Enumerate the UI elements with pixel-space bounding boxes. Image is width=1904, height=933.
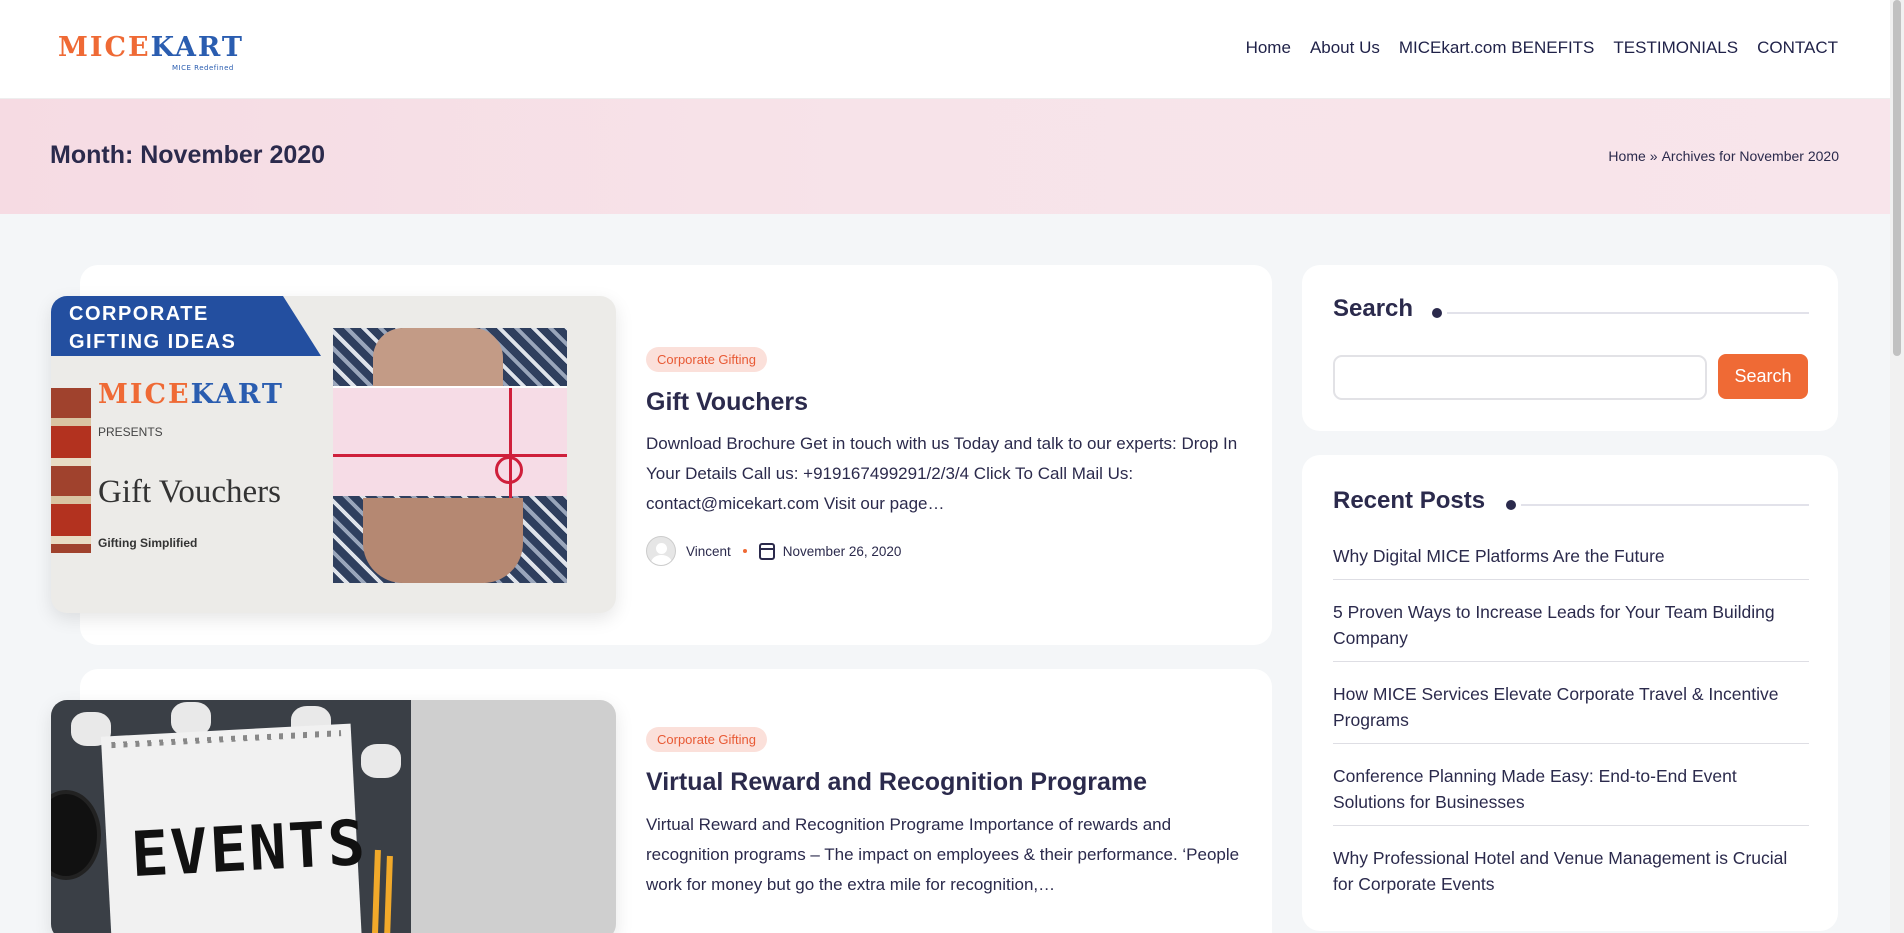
nav-home[interactable]: Home bbox=[1246, 38, 1291, 58]
list-divider bbox=[1333, 661, 1809, 662]
search-widget: Search Search bbox=[1302, 265, 1838, 431]
meta-separator-dot bbox=[742, 549, 747, 553]
post-title[interactable]: Virtual Reward and Recognition Programe bbox=[646, 768, 1147, 797]
pencil-image bbox=[383, 855, 393, 933]
crumpled-paper-image bbox=[361, 744, 401, 778]
gift-boxes-image bbox=[51, 388, 91, 553]
widget-title: Recent Posts bbox=[1333, 487, 1486, 514]
widget-title: Search bbox=[1333, 295, 1414, 322]
recent-post-link[interactable]: Why Professional Hotel and Venue Managem… bbox=[1333, 845, 1809, 897]
list-divider bbox=[1333, 825, 1809, 826]
scrollbar-thumb[interactable] bbox=[1893, 0, 1901, 356]
events-word: EVENTS bbox=[129, 805, 369, 892]
breadcrumb: Home» Archives for November 2020 bbox=[1608, 148, 1839, 164]
logo-tagline: MICE Redefined bbox=[172, 64, 234, 72]
post-thumbnail[interactable]: CORPORATE GIFTING IDEAS MICEKART PRESENT… bbox=[51, 296, 616, 613]
search-input[interactable] bbox=[1333, 355, 1707, 400]
recent-post-link[interactable]: Why Digital MICE Platforms Are the Futur… bbox=[1333, 543, 1809, 569]
site-header: MICEKART MICE Redefined Home About Us MI… bbox=[0, 0, 1890, 99]
post-date[interactable]: November 26, 2020 bbox=[783, 544, 902, 559]
ribbon-text: CORPORATE GIFTING IDEAS bbox=[69, 303, 237, 353]
list-divider bbox=[1333, 579, 1809, 580]
post-meta: Vincent November 26, 2020 bbox=[646, 536, 901, 566]
category-badge[interactable]: Corporate Gifting bbox=[646, 727, 767, 752]
page-title: Month: November 2020 bbox=[50, 141, 326, 169]
thumbnail-presents: PRESENTS bbox=[98, 425, 163, 439]
title-dot-icon bbox=[1432, 308, 1442, 318]
nav-about-us[interactable]: About Us bbox=[1310, 38, 1380, 58]
post-author[interactable]: Vincent bbox=[686, 544, 731, 559]
hand-image bbox=[363, 498, 523, 583]
recent-posts-widget: Recent Posts Why Digital MICE Platforms … bbox=[1302, 455, 1838, 931]
post-title[interactable]: Gift Vouchers bbox=[646, 388, 808, 417]
category-badge[interactable]: Corporate Gifting bbox=[646, 347, 767, 372]
post-excerpt: Virtual Reward and Recognition Programe … bbox=[646, 815, 1240, 894]
archive-banner: Month: November 2020 Home» Archives for N… bbox=[0, 99, 1890, 214]
search-button[interactable]: Search bbox=[1718, 354, 1808, 399]
author-avatar-icon bbox=[646, 536, 676, 566]
logo-wordmark: MICEKART bbox=[58, 32, 244, 63]
ribbon-bow-icon bbox=[495, 456, 523, 484]
post-excerpt: Download Brochure Get in touch with us T… bbox=[646, 434, 1238, 513]
calendar-icon bbox=[758, 542, 775, 560]
thumbnail-headline: Gift Vouchers bbox=[98, 474, 282, 510]
title-dot-icon bbox=[1506, 500, 1516, 510]
pencil-image bbox=[371, 849, 381, 933]
recent-post-link[interactable]: 5 Proven Ways to Increase Leads for Your… bbox=[1333, 599, 1809, 651]
alarm-clock-icon bbox=[51, 790, 101, 880]
title-divider bbox=[1447, 312, 1809, 314]
post-thumbnail[interactable]: EVENTS bbox=[51, 700, 616, 933]
thumbnail-logo: MICEKART bbox=[98, 379, 284, 410]
recent-post-link[interactable]: Conference Planning Made Easy: End-to-En… bbox=[1333, 763, 1809, 815]
breadcrumb-home[interactable]: Home bbox=[1608, 148, 1645, 164]
recent-post-link[interactable]: How MICE Services Elevate Corporate Trav… bbox=[1333, 681, 1809, 733]
breadcrumb-current: Archives for November 2020 bbox=[1661, 148, 1839, 164]
gift-card-photo bbox=[333, 328, 567, 583]
events-photo: EVENTS bbox=[51, 700, 411, 933]
list-divider bbox=[1333, 743, 1809, 744]
title-divider bbox=[1521, 504, 1809, 506]
page-scrollbar[interactable] bbox=[1890, 0, 1904, 933]
nav-benefits[interactable]: MICEkart.com BENEFITS bbox=[1399, 38, 1595, 58]
breadcrumb-separator: » bbox=[1649, 148, 1658, 164]
voucher-card-image bbox=[333, 386, 567, 498]
nav-contact[interactable]: CONTACT bbox=[1757, 38, 1838, 58]
site-logo[interactable]: MICEKART MICE Redefined bbox=[58, 24, 258, 74]
thumbnail-subhead: Gifting Simplified bbox=[98, 536, 198, 550]
main-nav: Home About Us MICEkart.com BENEFITS TEST… bbox=[1246, 38, 1838, 58]
nav-testimonials[interactable]: TESTIMONIALS bbox=[1613, 38, 1738, 58]
